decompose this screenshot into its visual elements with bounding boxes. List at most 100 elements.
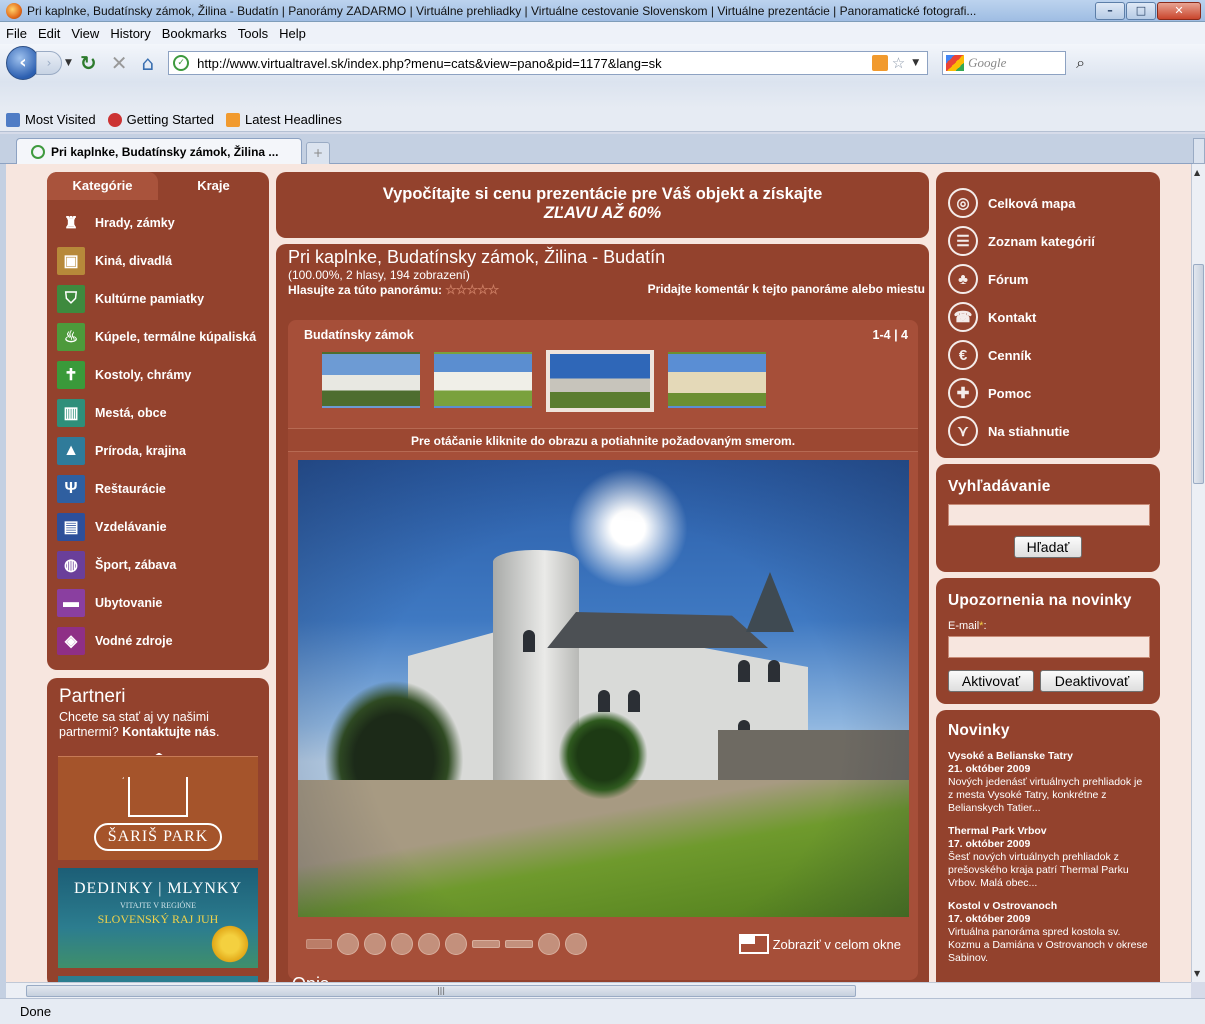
maximize-button[interactable]: □ [1126, 1, 1156, 20]
address-bar[interactable]: ✓ http://www.virtualtravel.sk/index.php?… [168, 51, 929, 75]
right-nav-item[interactable]: ☰ Zoznam kategórií [948, 222, 1160, 260]
contact-us-link[interactable]: Kontaktujte nás [122, 725, 216, 739]
right-nav-item[interactable]: ♣ Fórum [948, 260, 1160, 298]
category-item[interactable]: ▲ Príroda, krajina [57, 432, 269, 470]
hand-icon[interactable] [445, 933, 467, 955]
shield-icon: ⛉ [57, 285, 85, 313]
category-item[interactable]: ▬ Ubytovanie [57, 584, 269, 622]
category-item[interactable]: ♜ Hrady, zámky [57, 204, 269, 242]
address-input[interactable]: http://www.virtualtravel.sk/index.php?me… [197, 56, 872, 71]
new-tab-button[interactable]: + [306, 142, 330, 164]
settings-icon[interactable] [565, 933, 587, 955]
category-item[interactable]: ◈ Vodné zdroje [57, 622, 269, 660]
globe-icon: ◎ [948, 188, 978, 218]
close-button[interactable]: ✕ [1157, 1, 1201, 20]
activate-button[interactable]: Aktivovať [948, 670, 1034, 692]
deactivate-button[interactable]: Deaktivovať [1040, 670, 1144, 692]
bookmark-getting-started[interactable]: Getting Started [107, 112, 214, 127]
category-item[interactable]: ✝ Kostoly, chrámy [57, 356, 269, 394]
tab-categories[interactable]: Kategórie [47, 172, 158, 200]
search-box[interactable]: Google [942, 51, 1067, 75]
category-item[interactable]: ▥ Mestá, obce [57, 394, 269, 432]
panorama-panel: Pri kaplnke, Budatínsky zámok, Žilina - … [276, 244, 929, 982]
autorotate-icon[interactable] [306, 939, 332, 949]
bookmark-latest-headlines[interactable]: Latest Headlines [226, 112, 342, 127]
zoom-icon[interactable] [337, 933, 359, 955]
menu-file[interactable]: File [6, 26, 27, 41]
promo-banner[interactable]: Vypočítajte si cenu prezentácie pre Váš … [276, 172, 929, 238]
minimize-button[interactable]: – [1095, 1, 1125, 20]
dedinky-title: DEDINKY | MLYNKY [73, 880, 243, 897]
stop-icon[interactable]: ✕ [111, 51, 128, 75]
add-comment-link[interactable]: Pridajte komentár k tejto panoráme alebo… [648, 282, 925, 298]
site-favicon-icon [31, 144, 45, 159]
info-icon[interactable] [391, 933, 413, 955]
rating-stars[interactable]: ☆☆☆☆☆ [445, 282, 499, 298]
horizontal-scroll-thumb[interactable]: ||| [26, 985, 856, 997]
url-dropdown-icon[interactable]: ▼ [912, 58, 919, 68]
news-item[interactable]: Thermal Park Vrbov 17. október 2009 Šesť n… [936, 815, 1160, 890]
rss-icon[interactable] [871, 55, 888, 71]
reload-icon[interactable]: ↻ [80, 51, 97, 75]
zoom-in-icon[interactable] [472, 940, 500, 948]
bookmark-star-icon[interactable]: ☆ [892, 54, 905, 72]
right-nav-item[interactable]: ✚ Pomoc [948, 374, 1160, 412]
bookmark-most-visited[interactable]: Most Visited [6, 112, 96, 127]
thumbnail-1[interactable] [322, 352, 420, 408]
category-item[interactable]: ◍ Šport, zábava [57, 546, 269, 584]
category-item[interactable]: ▣ Kiná, divadlá [57, 242, 269, 280]
news-text: Šesť nových virtuálnych prehliadok z pre… [948, 851, 1129, 889]
news-item[interactable]: Kostol v Ostrovanoch 17. október 2009 Virt… [936, 890, 1160, 965]
right-nav-item[interactable]: € Cenník [948, 336, 1160, 374]
scroll-up-icon[interactable]: ▲ [1194, 168, 1200, 177]
category-item[interactable]: ⛉ Kultúrne pamiatky [57, 280, 269, 318]
scroll-down-icon[interactable]: ▼ [1194, 969, 1200, 978]
menu-tools[interactable]: Tools [238, 26, 268, 41]
category-label: Kúpele, termálne kúpaliská [95, 330, 257, 344]
site-search-input[interactable] [948, 504, 1150, 526]
thumbnail-3[interactable] [546, 350, 654, 412]
panorama-image[interactable] [298, 460, 909, 917]
vertical-scroll-thumb[interactable] [1193, 264, 1204, 484]
promo-line2: ZĽAVU AŽ 60% [543, 204, 662, 222]
thumbnail-4[interactable] [668, 352, 766, 408]
back-button[interactable]: ‹ [6, 46, 40, 80]
right-nav-item[interactable]: ☎ Kontakt [948, 298, 1160, 336]
home-icon[interactable]: ⌂ [141, 51, 154, 75]
menu-bookmarks[interactable]: Bookmarks [162, 26, 227, 41]
category-item[interactable]: Ψ Reštaurácie [57, 470, 269, 508]
page-title: Pri kaplnke, Budatínsky zámok, Žilina - … [288, 247, 666, 267]
bookmark-label: Most Visited [25, 112, 96, 127]
menu-view[interactable]: View [71, 26, 99, 41]
zoom-out-icon[interactable] [505, 940, 533, 948]
saris-park-logo[interactable]: ŠARIŠ PARK [58, 756, 258, 860]
right-nav-item[interactable]: ◎ Celková mapa [948, 184, 1160, 222]
news-title: Novinky [948, 722, 1010, 739]
horizontal-scrollbar[interactable]: ||| [6, 982, 1191, 998]
fullscreen-button[interactable]: Zobraziť v celom okne [738, 934, 901, 954]
search-icon[interactable]: ⌕ [1076, 53, 1085, 73]
forward-button[interactable]: › [36, 51, 62, 75]
bookmark-label: Latest Headlines [245, 112, 342, 127]
history-dropdown-icon[interactable]: ▼ [65, 58, 72, 68]
rotate-icon[interactable] [364, 933, 386, 955]
category-item[interactable]: ♨ Kúpele, termálne kúpaliská [57, 318, 269, 356]
right-nav-item[interactable]: ⋎ Na stiahnutie [948, 412, 1160, 450]
search-button[interactable]: Hľadať [1014, 536, 1082, 558]
email-field[interactable] [948, 636, 1150, 658]
stop-rotation-icon[interactable] [538, 933, 560, 955]
vertical-scrollbar[interactable]: ▲ ▼ [1191, 164, 1205, 982]
tab-list-button[interactable] [1193, 138, 1205, 164]
menu-help[interactable]: Help [279, 26, 306, 41]
search-engine-icon[interactable] [946, 55, 965, 71]
tab-regions[interactable]: Kraje [158, 172, 269, 200]
menu-edit[interactable]: Edit [38, 26, 60, 41]
menu-history[interactable]: History [110, 26, 150, 41]
thumbnail-2[interactable] [434, 352, 532, 408]
sound-icon[interactable] [418, 933, 440, 955]
category-item[interactable]: ▤ Vzdelávanie [57, 508, 269, 546]
dedinky-mlynky-logo[interactable]: DEDINKY | MLYNKY VITAJTE V REGIÓNE SLOVE… [58, 868, 258, 968]
tab-current[interactable]: Pri kaplnke, Budatínsky zámok, Žilina ..… [16, 138, 302, 164]
search-input[interactable]: Google [968, 55, 1006, 71]
news-item[interactable]: Vysoké a Belianske Tatry 21. október 2009… [936, 740, 1160, 815]
